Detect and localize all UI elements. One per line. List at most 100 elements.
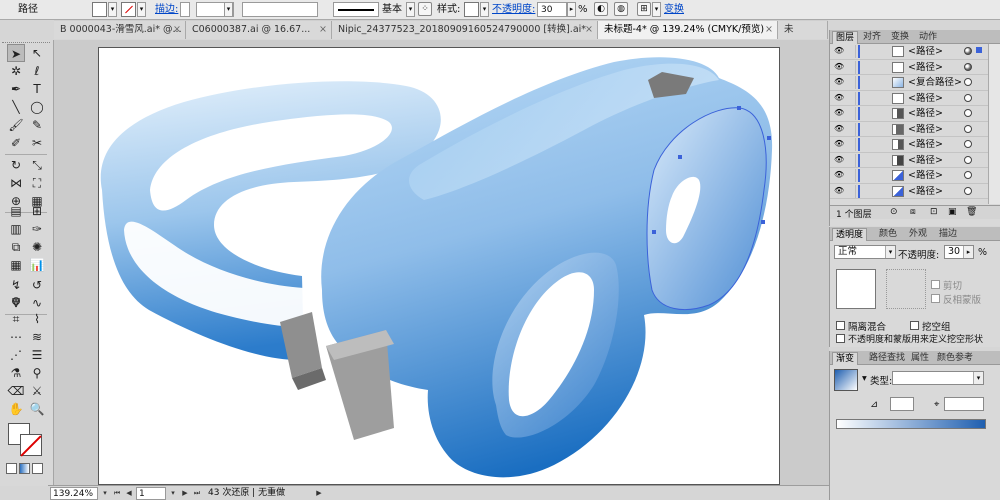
transform-link[interactable]: 变换	[664, 2, 684, 17]
eye-icon[interactable]: 👁	[834, 155, 844, 164]
pen-tool-icon[interactable]: ✒	[7, 80, 25, 98]
layer-row[interactable]: 👁 <路径>	[830, 44, 988, 60]
eye-icon[interactable]: 👁	[834, 109, 844, 117]
invert-mask-checkbox[interactable]	[931, 294, 940, 303]
bend-tool-icon[interactable]: ⋯	[7, 328, 25, 346]
column-graph-icon[interactable]: ▦	[7, 256, 25, 274]
align-dropdown[interactable]: ▾	[652, 2, 661, 17]
artboard-dropdown-icon[interactable]: ▾	[168, 487, 178, 500]
layer-row[interactable]: 👁 <路径>	[830, 106, 988, 122]
crosshair-icon[interactable]: ⊕	[7, 292, 25, 310]
tab-layers[interactable]: 图层	[832, 31, 859, 44]
lock-toggle[interactable]	[847, 107, 856, 120]
target-icon[interactable]	[964, 171, 972, 179]
layer-row[interactable]: 👁 <路径>	[830, 184, 988, 199]
goggles-artwork[interactable]	[54, 40, 829, 486]
target-icon[interactable]	[964, 47, 972, 55]
paintbrush-icon[interactable]: 🖌	[7, 116, 25, 134]
opacity-mask-checkbox[interactable]	[836, 334, 845, 343]
blob-brush-icon[interactable]: ✐	[7, 134, 25, 152]
layer-name[interactable]: <路径>	[908, 154, 943, 167]
opacity-link[interactable]: 不透明度:	[492, 2, 535, 17]
selection-tool-icon[interactable]: ➤	[7, 44, 25, 62]
list-tool-icon[interactable]: ☰	[28, 346, 46, 364]
tab-gradient[interactable]: 渐变	[832, 352, 859, 365]
eraser-icon[interactable]: ⌫	[7, 382, 25, 400]
zoom-tool-icon[interactable]: 🔍	[28, 400, 46, 418]
tab-appearance[interactable]: 外观	[906, 228, 930, 241]
pencil-icon[interactable]: ✎	[28, 116, 46, 134]
tab-color-guide[interactable]: 颜色参考	[934, 352, 976, 365]
eyedropper-icon[interactable]: ✑	[28, 220, 46, 238]
layer-name[interactable]: <路径>	[908, 92, 943, 105]
prev-artboard-icon[interactable]: ◀	[124, 487, 134, 500]
fill-dropdown[interactable]: ▾	[108, 2, 117, 17]
hand-tool-icon[interactable]: ✋	[7, 400, 25, 418]
target-icon[interactable]	[964, 78, 972, 86]
trash-icon[interactable]: 🗑	[966, 207, 977, 217]
perspective-grid-icon[interactable]: ▤	[7, 202, 25, 220]
style-swatch[interactable]	[464, 2, 479, 17]
knife-icon[interactable]: ⚔	[28, 382, 46, 400]
gradient-mode-icon[interactable]	[19, 463, 30, 474]
first-artboard-icon[interactable]: ⏮	[112, 487, 122, 500]
tab-color[interactable]: 颜色	[876, 228, 900, 241]
next-artboard-icon[interactable]: ▶	[180, 487, 190, 500]
gradient-angle-field[interactable]	[890, 397, 914, 411]
make-clipping-mask-icon[interactable]: ⧈	[910, 207, 916, 217]
lock-toggle[interactable]	[847, 76, 856, 89]
brush-dropdown[interactable]: ▾	[406, 2, 415, 17]
tab-transparency[interactable]: 透明度	[832, 228, 868, 241]
stroke-color-box[interactable]	[20, 434, 42, 456]
new-layer-icon[interactable]: ▣	[948, 207, 957, 217]
target-icon[interactable]	[964, 124, 972, 133]
target-icon[interactable]	[964, 140, 972, 148]
eye-icon[interactable]: 👁	[834, 78, 844, 86]
tab-doc-1[interactable]: B 0000043-滑雪风.ai* @... ×	[54, 21, 186, 39]
magic-wand-icon[interactable]: ✲	[7, 62, 25, 80]
symbol-sprayer-icon[interactable]: ✺	[28, 238, 46, 256]
mesh-tool-icon[interactable]: ⊞	[28, 202, 46, 220]
color-mode-icon[interactable]	[6, 463, 17, 474]
slice-tool-icon[interactable]: ⌇	[28, 310, 46, 328]
layer-row[interactable]: 👁 <路径>	[830, 122, 988, 137]
direct-selection-tool-icon[interactable]: ↖	[28, 44, 46, 62]
last-artboard-icon[interactable]: ⏭	[192, 487, 202, 500]
layer-row[interactable]: 👁 <路径>	[830, 137, 988, 153]
close-icon[interactable]: ×	[765, 21, 773, 38]
artboard-tool-icon[interactable]: ⌗	[7, 310, 25, 328]
lock-toggle[interactable]	[847, 60, 856, 74]
eye-icon[interactable]: 👁	[834, 140, 844, 148]
zoom-dropdown-icon[interactable]: ▾	[100, 487, 110, 500]
bar-graph-icon[interactable]: 📊	[28, 256, 46, 274]
tab-attributes[interactable]: 属性	[908, 352, 932, 365]
zoom-field[interactable]: 139.24%	[50, 487, 98, 500]
free-transform-icon[interactable]: ⛶	[28, 174, 46, 192]
line-tool-icon[interactable]: ╲	[7, 98, 25, 116]
layer-name[interactable]: <路径>	[908, 123, 943, 136]
stroke-link[interactable]: 描边:	[155, 2, 178, 17]
target-icon[interactable]	[964, 109, 972, 117]
eye-icon[interactable]: 👁	[834, 93, 844, 102]
layer-row[interactable]: 👁 <路径>	[830, 60, 988, 75]
lock-toggle[interactable]	[847, 169, 856, 182]
recolor-icon[interactable]: ◐	[594, 2, 608, 16]
tab-doc-3[interactable]: Nipic_24377523_20180909160524790000 [转换]…	[332, 21, 598, 39]
node-tool-icon[interactable]: ⋰	[7, 346, 25, 364]
lock-toggle[interactable]	[847, 138, 856, 151]
blend-tool-icon[interactable]: ⧉	[7, 238, 25, 256]
tab-doc-5[interactable]: 未	[778, 21, 828, 39]
gradient-type-select[interactable]: ▾	[892, 371, 984, 385]
width-tool-icon[interactable]: ⋈	[7, 174, 25, 192]
ellipse-tool-icon[interactable]: ◯	[28, 98, 46, 116]
close-icon[interactable]: ×	[173, 21, 181, 38]
globe-icon[interactable]: ◍	[614, 2, 628, 16]
status-menu-icon[interactable]: ▶	[314, 487, 324, 500]
lock-toggle[interactable]	[847, 184, 856, 198]
layer-name[interactable]: <路径>	[908, 169, 943, 182]
new-sublayer-icon[interactable]: ⊡	[930, 207, 938, 217]
layer-name[interactable]: <路径>	[908, 45, 943, 58]
layer-name[interactable]: <复合路径>	[908, 76, 962, 89]
eye-icon[interactable]: 👁	[834, 47, 844, 55]
lock-toggle[interactable]	[847, 122, 856, 136]
